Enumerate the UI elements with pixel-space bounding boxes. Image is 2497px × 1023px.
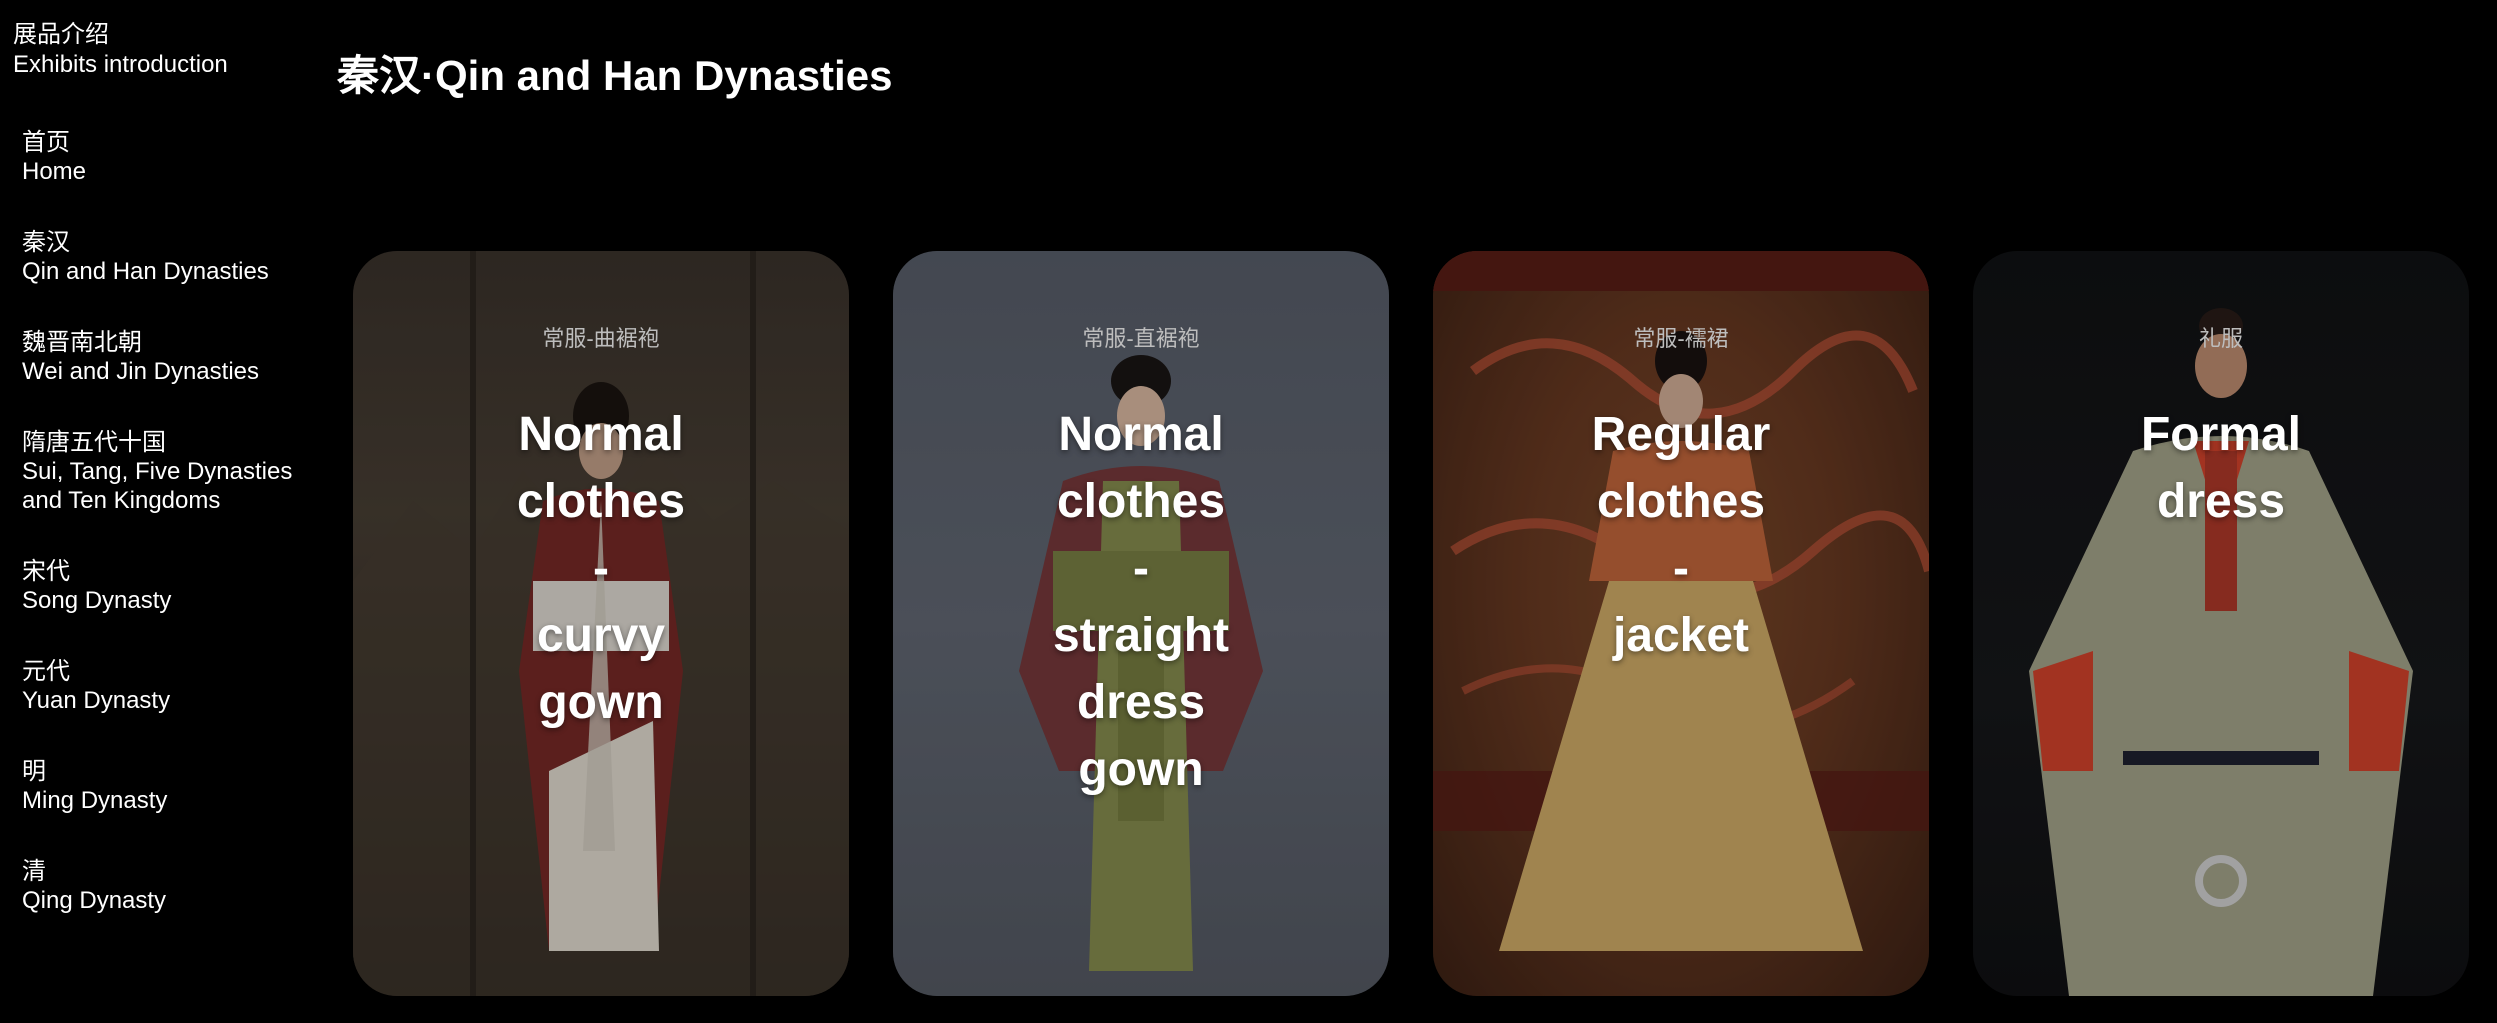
card-label: Regular clothes - jacket (1591, 408, 1771, 662)
card-label: Normal clothes - straight dress gown (1052, 408, 1229, 796)
sidebar-header: 展品介绍 Exhibits introduction (13, 20, 228, 80)
sidebar-item-yuan[interactable]: 元代 Yuan Dynasty (22, 657, 302, 715)
sidebar-item-label-en: Qin and Han Dynasties (22, 258, 269, 285)
sidebar-item-song[interactable]: 宋代 Song Dynasty (22, 557, 302, 615)
page-title: 秦汉·Qin and Han Dynasties (337, 52, 893, 99)
sidebar-item-label-zh: 魏晋南北朝 (22, 329, 142, 356)
card-tag: 常服-曲裾袍 (542, 326, 660, 351)
exhibit-card-curvy-gown[interactable]: 常服-曲裾袍 Normal clothes - curvy gown (353, 251, 849, 996)
exhibit-card-straight-gown[interactable]: 常服-直裾袍 Normal clothes - straight dress g… (893, 251, 1389, 996)
sidebar-header-zh: 展品介绍 (13, 21, 109, 48)
exhibit-cards: 常服-曲裾袍 Normal clothes - curvy gown 常服-直裾… (353, 251, 2471, 996)
card-tag: 常服-襦裙 (1633, 326, 1729, 351)
card-tag: 常服-直裾袍 (1082, 326, 1200, 351)
exhibit-card-formal-dress[interactable]: 礼服 Formal dress (1973, 251, 2469, 996)
sidebar-item-qin-han[interactable]: 秦汉 Qin and Han Dynasties (22, 228, 302, 286)
sidebar-item-label-en: Song Dynasty (22, 587, 172, 614)
sidebar-item-label-zh: 秦汉 (22, 229, 70, 256)
exhibit-card-jacket[interactable]: 常服-襦裙 Regular clothes - jacket (1433, 251, 1929, 996)
sidebar-header-en: Exhibits introduction (13, 51, 228, 78)
page: 展品介绍 Exhibits introduction 首页 Home 秦汉 Qi… (0, 0, 2497, 1023)
sidebar-item-ming[interactable]: 明 Ming Dynasty (22, 757, 302, 815)
sidebar-item-label-en: Yuan Dynasty (22, 687, 171, 714)
sidebar: 展品介绍 Exhibits introduction 首页 Home 秦汉 Qi… (0, 0, 320, 1023)
sidebar-item-label-zh: 首页 (22, 129, 70, 156)
sidebar-item-label-en: Home (22, 158, 87, 185)
sidebar-item-label-en: Wei and Jin Dynasties (22, 358, 259, 385)
sidebar-nav: 首页 Home 秦汉 Qin and Han Dynasties 魏晋南北朝 W… (22, 128, 302, 957)
sidebar-item-label-zh: 宋代 (22, 558, 70, 585)
sidebar-item-wei-jin[interactable]: 魏晋南北朝 Wei and Jin Dynasties (22, 328, 302, 386)
card-label: Formal dress (2140, 408, 2302, 528)
sidebar-item-sui-tang[interactable]: 隋唐五代十国 Sui, Tang, Five Dynasties and Ten… (22, 428, 302, 515)
sidebar-item-label-en: Sui, Tang, Five Dynasties and Ten Kingdo… (22, 458, 293, 514)
sidebar-item-home[interactable]: 首页 Home (22, 128, 302, 186)
sidebar-item-label-zh: 明 (22, 758, 46, 785)
sidebar-item-qing[interactable]: 清 Qing Dynasty (22, 857, 302, 915)
sidebar-item-label-en: Qing Dynasty (22, 887, 167, 914)
card-label: Normal clothes - curvy gown (516, 408, 686, 729)
sidebar-item-label-zh: 隋唐五代十国 (22, 429, 166, 456)
sidebar-item-label-en: Ming Dynasty (22, 787, 168, 814)
sidebar-item-label-zh: 元代 (22, 658, 70, 685)
sidebar-item-label-zh: 清 (22, 858, 46, 885)
card-shade (1973, 251, 2469, 996)
card-tag: 礼服 (2198, 326, 2243, 351)
